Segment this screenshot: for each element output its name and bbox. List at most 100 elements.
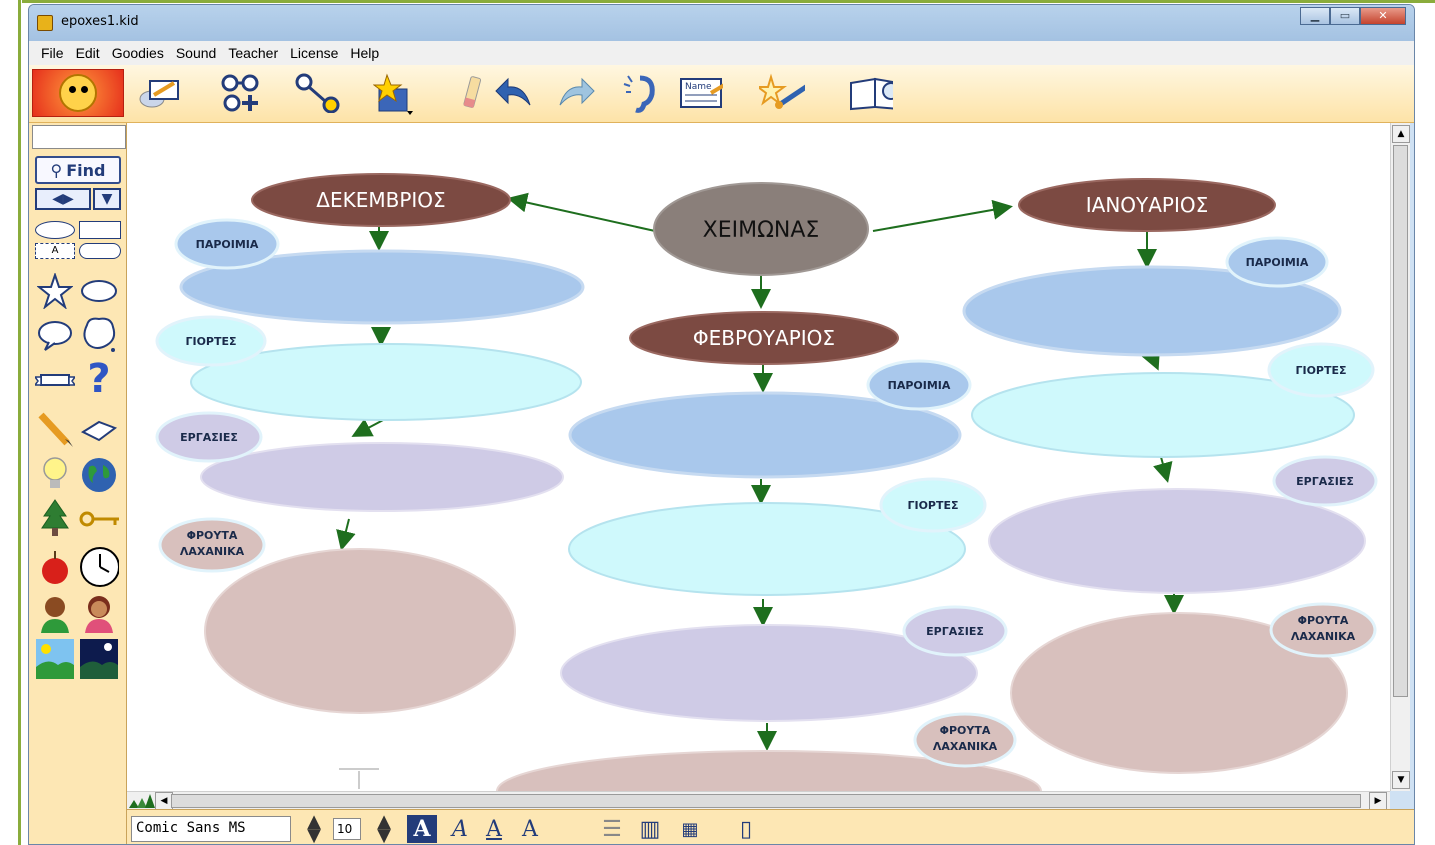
cloud-shape-icon[interactable] [79, 271, 119, 311]
zoom-triangles-icon[interactable] [129, 792, 155, 810]
jan-work-label: ΕΡΓΑΣΙΕΣ [1296, 475, 1354, 488]
name-tag-icon[interactable]: Name [677, 71, 723, 115]
day-landscape-icon[interactable] [35, 639, 75, 679]
size-up-down-icon[interactable]: ▲ ▼ [373, 813, 395, 845]
feb-fruit-label-1: ΦΡΟΥΤΑ [940, 724, 991, 737]
symbol-search-input[interactable] [32, 125, 126, 149]
font-size-field[interactable]: 10 [333, 818, 361, 840]
link-icon[interactable] [295, 71, 341, 115]
menu-goodies[interactable]: Goodies [106, 45, 170, 61]
mascot-face-icon [59, 74, 97, 112]
title-bar: epoxes1.kid ▁ ▭ ✕ [29, 5, 1414, 41]
scroll-up-icon[interactable]: ▲ [1392, 125, 1410, 143]
font-up-down-icon[interactable]: ▲ ▼ [303, 813, 325, 845]
columns-icon[interactable]: ▥ [635, 815, 665, 843]
scroll-right-icon[interactable]: ▶ [1369, 792, 1387, 810]
horizontal-scrollbar[interactable]: ◀ ▶ [127, 791, 1390, 810]
book-magnifier-icon[interactable] [847, 71, 893, 115]
night-landscape-icon[interactable] [79, 639, 119, 679]
banner-shape-icon[interactable] [35, 361, 75, 401]
menu-file[interactable]: File [35, 45, 70, 61]
find-button[interactable]: ⚲ Find [35, 156, 121, 184]
maximize-icon[interactable]: ▭ [1330, 7, 1360, 25]
picture-view-icon[interactable] [137, 71, 183, 115]
center-topic-label: ΧΕΙΜΩΝΑΣ [703, 218, 820, 243]
symbol-palette: ⚲ Find ◀▶ ▼ A ? [29, 123, 127, 844]
font-name-select[interactable]: Comic Sans MS [131, 816, 291, 842]
rectangle-shape-icon[interactable] [79, 221, 121, 239]
text-shape-icon[interactable]: A [35, 243, 75, 259]
diagram-canvas[interactable]: ΠΑΡΟΙΜΙΑ ΓΙΟΡΤΕΣ ΕΡΓΑΣΙΕΣ ΦΡΟΥΤΑ ΛΑΧΑΝΙΚ… [127, 123, 1390, 791]
app-window: epoxes1.kid ▁ ▭ ✕ File Edit Goodies Soun… [28, 4, 1415, 845]
window-title: epoxes1.kid [61, 14, 139, 29]
paint-brush-icon[interactable] [759, 71, 805, 115]
apple-icon[interactable] [35, 547, 75, 587]
picture-frame-icon[interactable]: ▦ [675, 815, 705, 843]
scroll-down-icon[interactable]: ▼ [1392, 771, 1410, 789]
jan-fruit-label-2: ΛΑΧΑΝΙΚΑ [1291, 630, 1356, 643]
hear-icon[interactable] [617, 71, 663, 115]
light-bulb-icon[interactable] [35, 455, 75, 495]
undo-icon[interactable] [493, 71, 539, 115]
svg-text:Name: Name [685, 82, 712, 92]
speech-bubble-icon[interactable] [35, 315, 75, 355]
boy-icon[interactable] [35, 593, 75, 633]
dec-fruit-label-1: ΦΡΟΥΤΑ [187, 529, 238, 542]
menu-edit[interactable]: Edit [70, 45, 106, 61]
feb-proverbs-label: ΠΑΡΟΙΜΙΑ [888, 379, 951, 392]
text-color-icon[interactable]: A [515, 815, 545, 843]
menu-help[interactable]: Help [344, 45, 385, 61]
horizontal-scroll-thumb[interactable] [171, 794, 1361, 808]
underline-icon[interactable]: A [479, 815, 509, 843]
eraser-icon[interactable] [449, 71, 495, 115]
redo-icon[interactable] [551, 71, 597, 115]
menu-sound[interactable]: Sound [170, 45, 222, 61]
feb-work-label: ΕΡΓΑΣΙΕΣ [926, 625, 984, 638]
star-shape-icon[interactable] [35, 271, 75, 311]
dec-proverbs-label: ΠΑΡΟΙΜΙΑ [196, 238, 259, 251]
dec-work-oval[interactable] [200, 442, 564, 512]
outer-frame-left [0, 0, 22, 845]
rapid-create-icon[interactable] [219, 71, 265, 115]
jan-proverbs-label: ΠΑΡΟΙΜΙΑ [1246, 256, 1309, 269]
panel-icon[interactable]: ▯ [731, 815, 761, 843]
italic-icon[interactable]: A [445, 815, 475, 843]
feb-fruit-label-2: ΛΑΧΑΝΙΚΑ [933, 740, 998, 753]
pencil-icon[interactable] [35, 409, 75, 449]
month-december-label: ΔΕΚΕΜΒΡΙΟΣ [316, 188, 445, 212]
girl-icon[interactable] [79, 593, 119, 633]
dec-work-label: ΕΡΓΑΣΙΕΣ [180, 431, 238, 444]
key-icon[interactable] [79, 499, 119, 539]
prev-next-icon[interactable]: ◀▶ [35, 188, 91, 210]
menu-teacher[interactable]: Teacher [222, 45, 284, 61]
symbols-box-icon[interactable] [373, 71, 419, 115]
question-mark-icon[interactable]: ? [79, 356, 119, 402]
magnifier-icon: ⚲ [50, 160, 63, 180]
vertical-scrollbar[interactable]: ▲ ▼ [1390, 123, 1410, 791]
align-icon[interactable]: ☰ [597, 815, 627, 843]
menu-license[interactable]: License [284, 45, 344, 61]
clock-icon[interactable] [79, 547, 119, 587]
globe-icon[interactable] [79, 455, 119, 495]
bold-icon[interactable]: A [407, 815, 437, 843]
mascot-button[interactable] [32, 69, 124, 117]
toolbar: Name [29, 65, 1414, 123]
minimize-icon[interactable]: ▁ [1300, 7, 1330, 25]
oval-shape-icon[interactable] [35, 221, 75, 239]
tree-icon[interactable] [35, 499, 75, 539]
open-book-icon[interactable] [79, 409, 119, 449]
concept-map: ΠΑΡΟΙΜΙΑ ΓΙΟΡΤΕΣ ΕΡΓΑΣΙΕΣ ΦΡΟΥΤΑ ΛΑΧΑΝΙΚ… [155, 173, 1378, 791]
dec-fruit-label-2: ΛΑΧΑΝΙΚΑ [180, 545, 245, 558]
dec-holidays-label: ΓΙΟΡΤΕΣ [185, 335, 236, 348]
dec-fruit-oval[interactable] [204, 548, 516, 714]
dropdown-icon[interactable]: ▼ [93, 188, 121, 210]
find-button-label: Find [66, 160, 106, 180]
cursor-crosshair [339, 768, 379, 789]
thought-bubble-icon[interactable] [79, 315, 119, 355]
jan-fruit-label-1: ΦΡΟΥΤΑ [1298, 614, 1349, 627]
close-icon[interactable]: ✕ [1360, 7, 1406, 25]
rounded-rect-shape-icon[interactable] [79, 243, 121, 259]
vertical-scroll-thumb[interactable] [1393, 145, 1408, 697]
jan-holidays-label: ΓΙΟΡΤΕΣ [1295, 364, 1346, 377]
app-icon [37, 15, 53, 31]
